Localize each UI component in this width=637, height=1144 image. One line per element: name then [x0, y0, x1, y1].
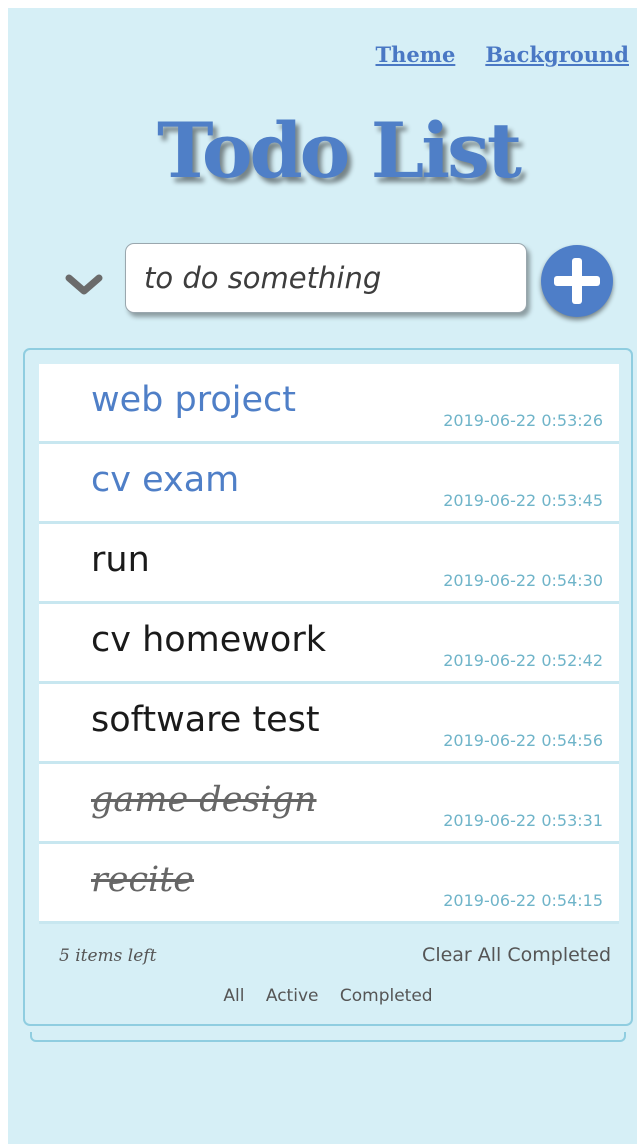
- panel-stack-decoration: [30, 1032, 626, 1042]
- todo-timestamp: 2019-06-22 0:53:26: [443, 411, 603, 430]
- items-left-count: 5 items left: [59, 946, 157, 966]
- todo-text: software test: [91, 700, 320, 740]
- todo-timestamp: 2019-06-22 0:53:31: [443, 811, 603, 830]
- todo-timestamp: 2019-06-22 0:54:56: [443, 731, 603, 750]
- todo-text: cv homework: [91, 620, 327, 660]
- todo-panel: web project 2019-06-22 0:53:26 cv exam 2019…: [23, 348, 633, 1026]
- chevron-down-icon[interactable]: [63, 266, 105, 306]
- todo-text: run: [91, 540, 150, 580]
- page-title: Todo List: [156, 106, 522, 195]
- plus-circle-icon[interactable]: [541, 245, 613, 317]
- todo-item[interactable]: cv exam 2019-06-22 0:53:45: [39, 444, 619, 524]
- filter-bar: All Active Completed: [25, 986, 631, 1006]
- todo-timestamp: 2019-06-22 0:53:45: [443, 491, 603, 510]
- theme-link[interactable]: Theme: [375, 42, 455, 67]
- clear-completed-button[interactable]: Clear All Completed: [422, 944, 611, 966]
- todo-item[interactable]: web project 2019-06-22 0:53:26: [39, 364, 619, 444]
- todo-item[interactable]: software test 2019-06-22 0:54:56: [39, 684, 619, 764]
- todo-timestamp: 2019-06-22 0:54:15: [443, 891, 603, 910]
- filter-all[interactable]: All: [223, 986, 244, 1006]
- todo-text: game design: [91, 780, 317, 820]
- todo-item[interactable]: game design 2019-06-22 0:53:31: [39, 764, 619, 844]
- todo-timestamp: 2019-06-22 0:52:42: [443, 651, 603, 670]
- todo-timestamp: 2019-06-22 0:54:30: [443, 571, 603, 590]
- todo-item[interactable]: cv homework 2019-06-22 0:52:42: [39, 604, 619, 684]
- background-link[interactable]: Background: [485, 42, 629, 67]
- todo-item[interactable]: recite 2019-06-22 0:54:15: [39, 844, 619, 924]
- todo-item[interactable]: run 2019-06-22 0:54:30: [39, 524, 619, 604]
- todo-text: cv exam: [91, 460, 240, 500]
- todo-list: web project 2019-06-22 0:53:26 cv exam 2019…: [39, 364, 619, 924]
- todo-text: web project: [91, 380, 296, 420]
- todo-text: recite: [91, 860, 195, 900]
- filter-completed[interactable]: Completed: [340, 986, 433, 1006]
- app-container: Theme Background Todo List web project 20…: [8, 8, 637, 1144]
- filter-active[interactable]: Active: [266, 986, 319, 1006]
- top-links: Theme Background: [375, 42, 629, 67]
- new-todo-input[interactable]: [125, 243, 527, 313]
